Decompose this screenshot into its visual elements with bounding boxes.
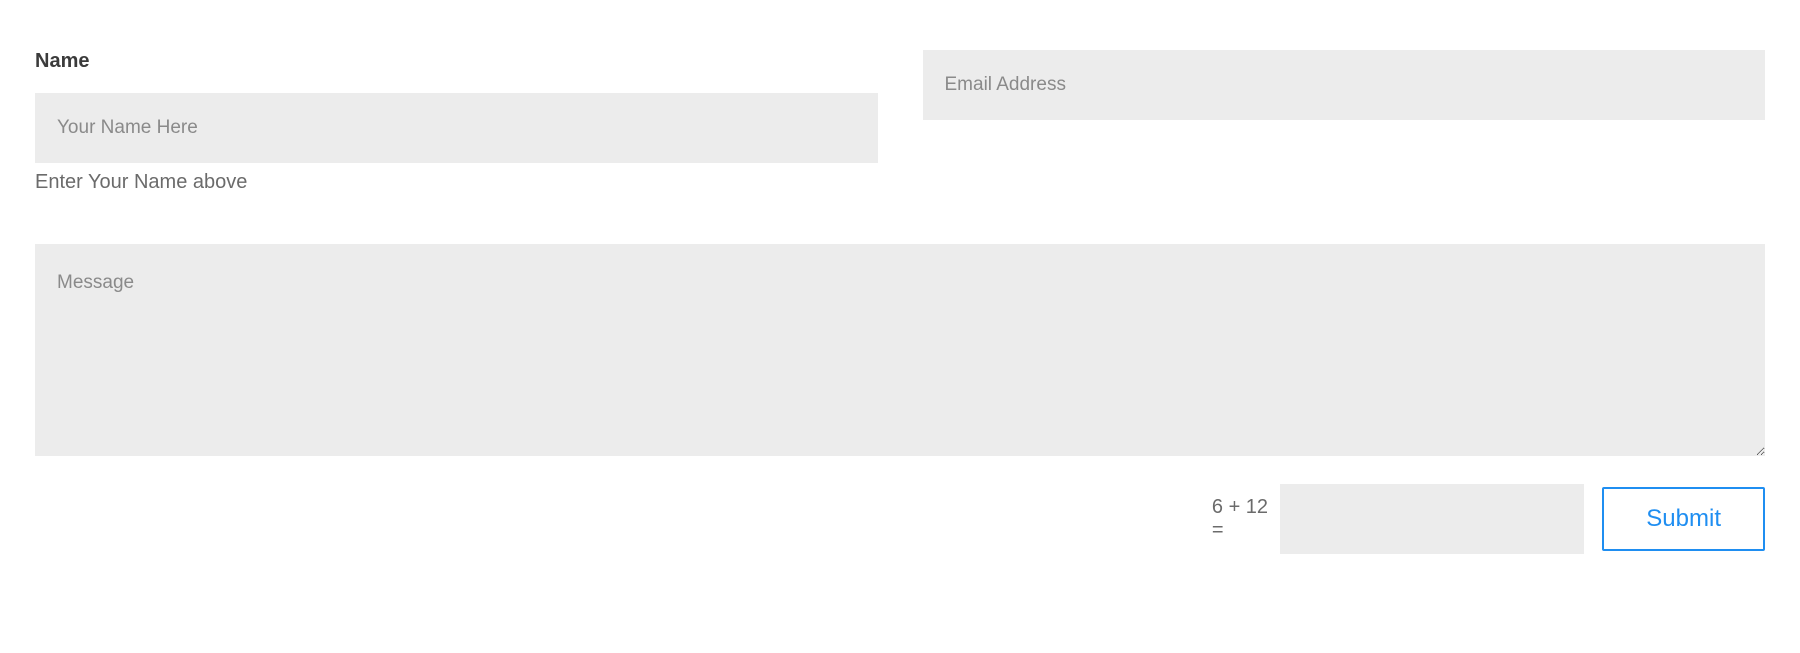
email-column (923, 50, 1766, 120)
name-column: Name Enter Your Name above (35, 50, 878, 194)
name-label: Name (35, 50, 878, 73)
bottom-row: 6 + 12 = Submit (35, 484, 1765, 554)
captcha-question: 6 + 12 = (1212, 496, 1270, 542)
email-input[interactable] (923, 50, 1766, 120)
name-input[interactable] (35, 93, 878, 163)
message-textarea[interactable] (35, 244, 1765, 456)
submit-button[interactable]: Submit (1602, 487, 1765, 551)
message-wrap (35, 244, 1765, 456)
name-hint: Enter Your Name above (35, 171, 878, 194)
captcha-group: 6 + 12 = (1212, 484, 1584, 554)
top-row: Name Enter Your Name above (35, 50, 1765, 194)
captcha-input[interactable] (1280, 484, 1584, 554)
contact-form: Name Enter Your Name above 6 + 12 = Subm… (35, 50, 1765, 554)
